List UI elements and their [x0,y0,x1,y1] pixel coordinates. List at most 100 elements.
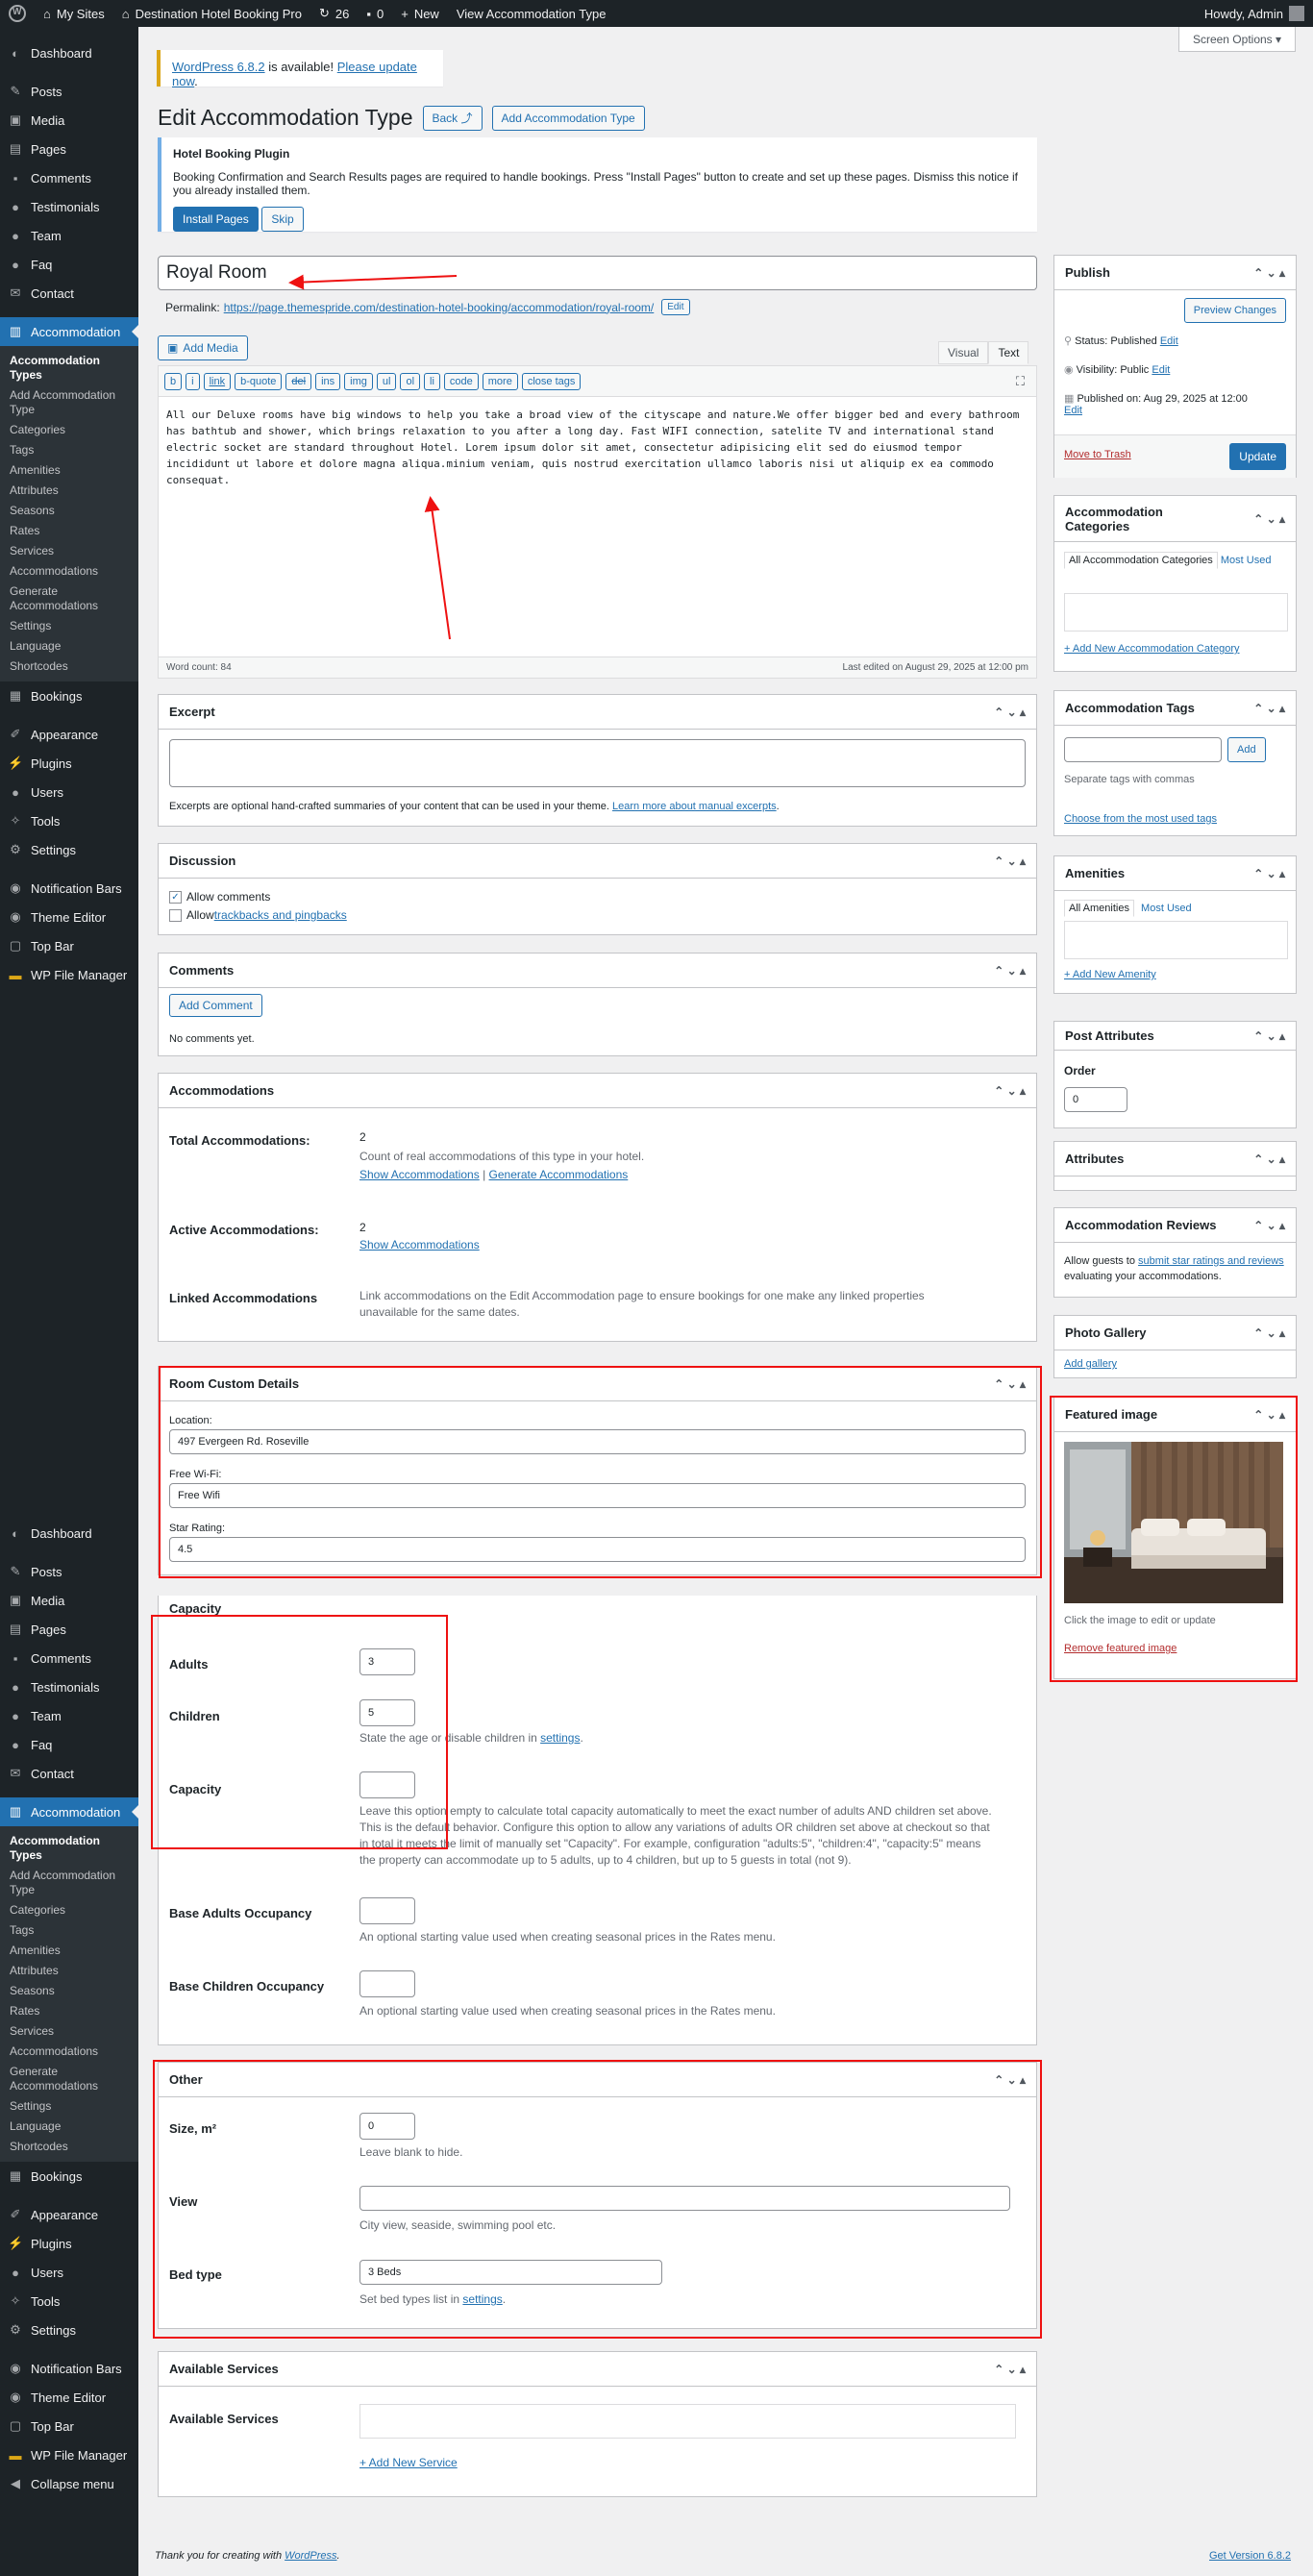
view-accommodation-link[interactable]: View Accommodation Type [448,0,615,27]
user-account-menu[interactable]: Howdy, Admin [1196,0,1313,27]
submenu-add-accommodation-type[interactable]: Add Accommodation Type [0,385,138,420]
menu-wp-file-manager[interactable]: ▬ WP File Manager [0,960,138,989]
submenu-settings[interactable]: Settings [0,2096,138,2117]
choose-tags-link[interactable]: Choose from the most used tags [1064,813,1217,825]
children-input[interactable]: 5 [359,1699,415,1726]
tab-visual[interactable]: Visual [938,341,989,364]
submenu-accommodation-types[interactable]: Accommodation Types [0,351,138,385]
menu-faq[interactable]: ● Faq [0,1730,138,1759]
menu-notification-bars[interactable]: ◉ Notification Bars [0,2354,138,2383]
show-accommodations-link[interactable]: Show Accommodations [359,1238,480,1251]
update-button[interactable]: Update [1229,443,1286,470]
box-controls[interactable]: ⌃ ⌄ ▴ [994,706,1026,719]
submenu-categories[interactable]: Categories [0,1900,138,1920]
get-version-link[interactable]: Get Version 6.8.2 [1209,2550,1291,2562]
menu-tools[interactable]: ✧ Tools [0,806,138,835]
my-sites-menu[interactable]: ⌂ My Sites [35,0,113,27]
quicktag-b-button[interactable]: b [164,372,183,390]
box-controls[interactable]: ⌃ ⌄ ▴ [1253,1029,1285,1043]
quicktag-link-button[interactable]: link [203,372,232,390]
menu-settings[interactable]: ⚙ Settings [0,835,138,864]
menu-bookings[interactable]: ▦ Bookings [0,2162,138,2191]
submenu-services[interactable]: Services [0,541,138,561]
add-tag-button[interactable]: Add [1227,737,1266,762]
order-input[interactable]: 0 [1064,1087,1127,1112]
menu-media[interactable]: ▣ Media [0,106,138,135]
box-controls[interactable]: ⌃ ⌄ ▴ [1253,1326,1285,1340]
submenu-tags[interactable]: Tags [0,440,138,460]
submenu-accommodations[interactable]: Accommodations [0,2042,138,2062]
box-controls[interactable]: ⌃ ⌄ ▴ [1253,702,1285,715]
box-controls[interactable]: ⌃ ⌄ ▴ [1253,1408,1285,1422]
menu-appearance[interactable]: ✐ Appearance [0,720,138,749]
box-controls[interactable]: ⌃ ⌄ ▴ [1253,512,1285,526]
bed-settings-link[interactable]: settings [462,2292,502,2306]
menu-team[interactable]: ● Team [0,221,138,250]
base-children-input[interactable] [359,1970,415,1997]
submenu-add-accommodation-type[interactable]: Add Accommodation Type [0,1866,138,1900]
box-controls[interactable]: ⌃ ⌄ ▴ [1253,1219,1285,1232]
remove-featured-image-link[interactable]: Remove featured image [1064,1643,1177,1654]
skip-button[interactable]: Skip [261,207,304,232]
manual-excerpts-link[interactable]: Learn more about manual excerpts [612,801,777,812]
menu-users[interactable]: ● Users [0,2258,138,2287]
menu-settings[interactable]: ⚙ Settings [0,2316,138,2344]
site-name-menu[interactable]: ⌂ Destination Hotel Booking Pro [113,0,310,27]
add-comment-button[interactable]: Add Comment [169,994,262,1017]
submenu-generate-accommodations[interactable]: Generate Accommodations [0,2062,138,2096]
add-amenity-link[interactable]: + Add New Amenity [1064,969,1156,980]
add-media-button[interactable]: ▣ Add Media [158,335,248,360]
size-input[interactable]: 0 [359,2113,415,2140]
tab-all-amenities[interactable]: All Amenities [1064,900,1134,917]
back-button[interactable]: Back ⤴ [422,105,483,131]
box-controls[interactable]: ⌃ ⌄ ▴ [994,2363,1026,2376]
add-gallery-link[interactable]: Add gallery [1064,1358,1117,1370]
menu-accommodation[interactable]: ▥ Accommodation [0,1797,138,1826]
menu-team[interactable]: ● Team [0,1701,138,1730]
menu-plugins[interactable]: ⚡ Plugins [0,749,138,778]
install-pages-button[interactable]: Install Pages [173,207,259,232]
allow-comments-checkbox[interactable]: ✓ [169,890,182,904]
submenu-amenities[interactable]: Amenities [0,1941,138,1961]
menu-dashboard[interactable]: ◐ Dashboard [0,1519,138,1548]
box-controls[interactable]: ⌃ ⌄ ▴ [1253,1152,1285,1166]
date-edit-link[interactable]: Edit [1064,405,1082,416]
tab-most-used[interactable]: Most Used [1221,555,1272,566]
tab-text[interactable]: Text [988,341,1029,364]
submenu-seasons[interactable]: Seasons [0,501,138,521]
location-input[interactable]: 497 Evergeen Rd. Roseville [169,1429,1026,1454]
submenu-accommodation-types[interactable]: Accommodation Types [0,1831,138,1866]
submit-reviews-link[interactable]: submit star ratings and reviews [1138,1255,1284,1267]
trackbacks-link[interactable]: trackbacks and pingbacks [214,908,347,922]
updates-menu[interactable]: ↻ 26 [310,0,358,27]
menu-media[interactable]: ▣ Media [0,1586,138,1615]
box-controls[interactable]: ⌃ ⌄ ▴ [994,855,1026,868]
box-controls[interactable]: ⌃ ⌄ ▴ [1253,867,1285,880]
box-controls[interactable]: ⌃ ⌄ ▴ [994,1377,1026,1391]
submenu-language[interactable]: Language [0,2117,138,2137]
box-controls[interactable]: ⌃ ⌄ ▴ [994,964,1026,978]
new-content-menu[interactable]: + New [392,0,448,27]
menu-top-bar[interactable]: ▢ Top Bar [0,2412,138,2440]
submenu-generate-accommodations[interactable]: Generate Accommodations [0,582,138,616]
menu-wp-file-manager[interactable]: ▬ WP File Manager [0,2440,138,2469]
view-input[interactable] [359,2186,1010,2211]
excerpt-textarea[interactable] [169,739,1026,787]
submenu-services[interactable]: Services [0,2021,138,2042]
menu-comments[interactable]: ▪ Comments [0,1644,138,1672]
add-category-link[interactable]: + Add New Accommodation Category [1064,643,1240,655]
menu-bookings[interactable]: ▦ Bookings [0,681,138,710]
quicktag-close-tags-button[interactable]: close tags [521,372,582,390]
menu-contact[interactable]: ✉ Contact [0,279,138,308]
wordpress-version-link[interactable]: WordPress 6.8.2 [172,60,265,74]
menu-pages[interactable]: ▤ Pages [0,135,138,163]
collapse-menu-button[interactable]: ◀ Collapse menu [0,2469,138,2498]
submenu-seasons[interactable]: Seasons [0,1981,138,2001]
show-accommodations-link[interactable]: Show Accommodations [359,1168,480,1181]
children-settings-link[interactable]: settings [540,1731,580,1745]
star-rating-input[interactable]: 4.5 [169,1537,1026,1562]
wifi-input[interactable]: Free Wifi [169,1483,1026,1508]
menu-pages[interactable]: ▤ Pages [0,1615,138,1644]
preview-changes-button[interactable]: Preview Changes [1183,298,1286,323]
add-new-service-link[interactable]: + Add New Service [359,2456,458,2469]
